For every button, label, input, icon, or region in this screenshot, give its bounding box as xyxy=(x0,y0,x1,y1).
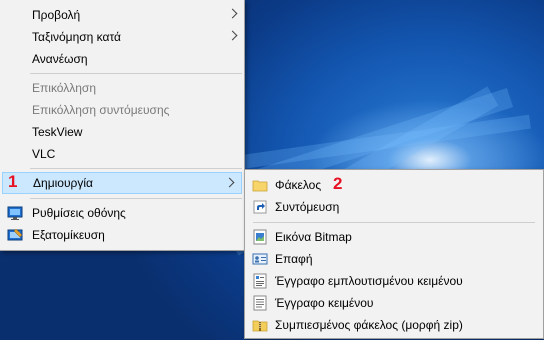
menu-item-label: Έγγραφο εμπλουτισμένου κειμένου xyxy=(275,274,463,288)
submenu-item-contact[interactable]: Επαφή xyxy=(245,248,543,270)
text-document-icon xyxy=(253,295,267,311)
bitmap-icon xyxy=(253,229,267,245)
menu-item-label: Συμπιεσμένος φάκελος (μορφή zip) xyxy=(275,318,463,332)
menu-item-label: Προβολή xyxy=(32,8,81,22)
submenu-item-zip-folder[interactable]: Συμπιεσμένος φάκελος (μορφή zip) xyxy=(245,314,543,336)
menu-item-label: Συντόμευση xyxy=(275,200,340,214)
submenu-item-rich-text-document[interactable]: Έγγραφο εμπλουτισμένου κειμένου xyxy=(245,270,543,292)
menu-item-label: Επικόλληση xyxy=(32,81,97,95)
personalize-icon xyxy=(7,228,23,241)
zip-folder-icon xyxy=(252,320,268,332)
chevron-right-icon xyxy=(224,177,235,188)
menu-item-refresh[interactable]: Ανανέωση xyxy=(0,48,244,70)
menu-item-teskview[interactable]: TeskView xyxy=(0,121,244,143)
menu-item-label: Έγγραφο κειμένου xyxy=(275,296,374,310)
shortcut-icon xyxy=(253,200,267,214)
menu-item-label: Επικόλληση συντόμευσης xyxy=(32,103,170,117)
menu-item-label: TeskView xyxy=(32,125,83,139)
step-annotation-1: 1 xyxy=(8,172,18,191)
submenu-item-bitmap[interactable]: Εικόνα Bitmap xyxy=(245,226,543,248)
submenu-item-text-document[interactable]: Έγγραφο κειμένου xyxy=(245,292,543,314)
menu-item-label: Ανανέωση xyxy=(32,52,88,66)
menu-separator xyxy=(30,168,242,169)
menu-item-label: Εξατομίκευση xyxy=(32,228,105,242)
menu-item-label: Επαφή xyxy=(275,252,313,266)
menu-item-display-settings[interactable]: Ρυθμίσεις οθόνης xyxy=(0,202,244,224)
menu-item-sort-by[interactable]: Ταξινόμηση κατά xyxy=(0,26,244,48)
menu-separator xyxy=(30,73,242,74)
new-submenu: Φάκελος Συντόμευση Εικόνα Bitmap Επαφή Έ… xyxy=(244,169,544,339)
menu-item-label: Ρυθμίσεις οθόνης xyxy=(32,206,126,220)
menu-item-label: Φάκελος xyxy=(275,178,322,192)
menu-item-label: Δημιουργία xyxy=(33,176,93,190)
menu-item-paste-shortcut[interactable]: Επικόλληση συντόμευσης xyxy=(0,99,244,121)
menu-separator xyxy=(253,222,535,223)
display-settings-icon xyxy=(7,206,23,220)
submenu-item-folder[interactable]: Φάκελος xyxy=(245,174,543,196)
menu-item-view[interactable]: Προβολή xyxy=(0,4,244,26)
submenu-item-shortcut[interactable]: Συντόμευση xyxy=(245,196,543,218)
contact-icon xyxy=(252,253,268,265)
menu-item-vlc[interactable]: VLC xyxy=(0,143,244,165)
menu-item-label: VLC xyxy=(32,147,56,161)
chevron-right-icon xyxy=(227,30,238,41)
menu-item-label: Ταξινόμηση κατά xyxy=(32,30,121,44)
desktop-context-menu: Προβολή Ταξινόμηση κατά Ανανέωση Επικόλλ… xyxy=(0,0,245,251)
step-annotation-2: 2 xyxy=(333,174,343,193)
chevron-right-icon xyxy=(227,8,238,19)
menu-item-new[interactable]: Δημιουργία xyxy=(2,172,242,194)
menu-item-personalize[interactable]: Εξατομίκευση xyxy=(0,224,244,246)
rich-text-document-icon xyxy=(253,273,267,289)
menu-separator xyxy=(30,198,242,199)
menu-item-label: Εικόνα Bitmap xyxy=(275,230,352,244)
folder-icon xyxy=(252,180,268,192)
menu-item-paste[interactable]: Επικόλληση xyxy=(0,77,244,99)
